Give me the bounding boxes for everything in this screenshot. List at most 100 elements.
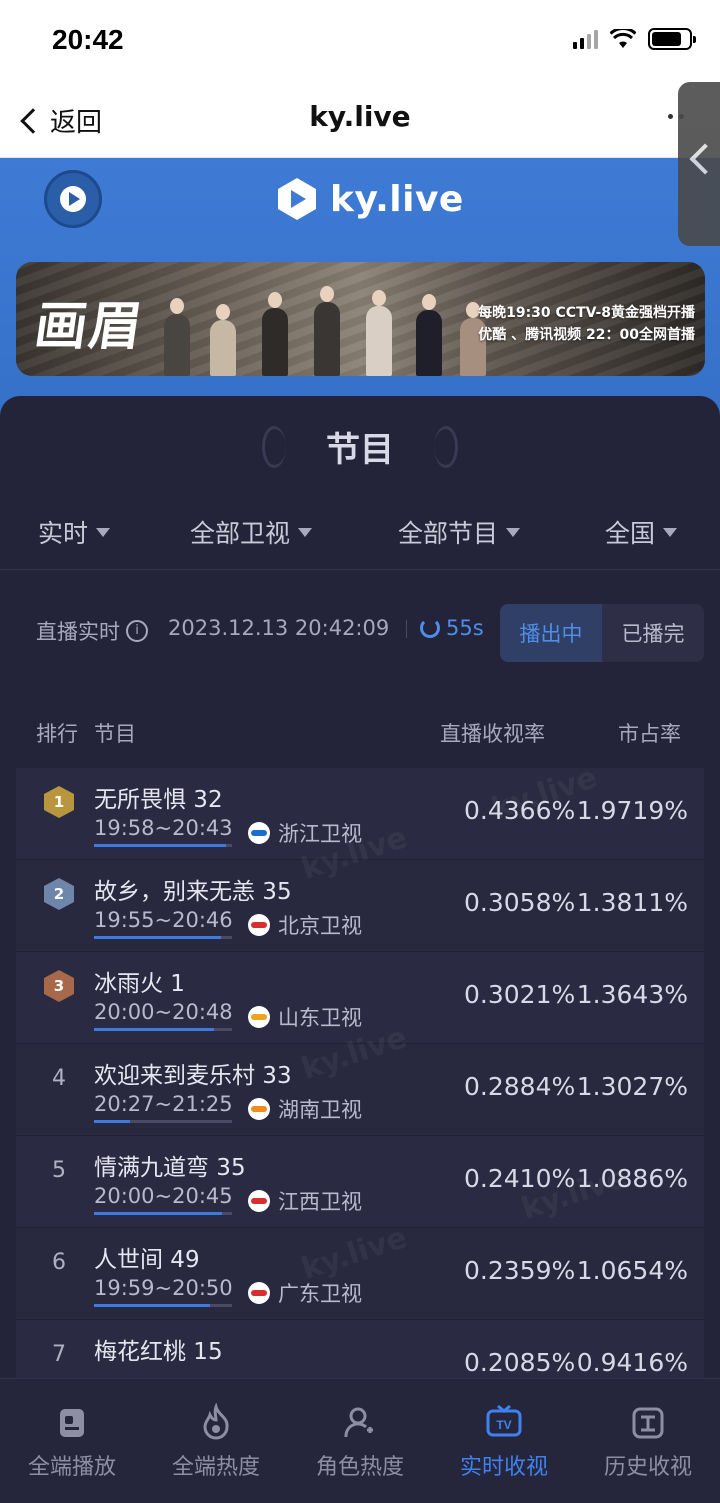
rank-number: 5 — [52, 1158, 66, 1183]
progress-bar — [94, 1304, 210, 1307]
table-row[interactable]: 3 冰雨火 1 20:00~20:48 山东卫视 0.3021% 1.3643% — [16, 952, 704, 1044]
rank-medal-icon: 3 — [44, 970, 74, 1002]
live-datetime: 2023.12.13 20:42:09 — [168, 616, 390, 640]
progress-bar — [94, 844, 227, 847]
table-row[interactable]: 1 无所畏惧 32 19:58~20:43 浙江卫视 0.4366% 1.971… — [16, 768, 704, 860]
program-name: 欢迎来到麦乐村 33 — [94, 1063, 292, 1089]
caret-down-icon — [96, 527, 111, 537]
channel-name: 广东卫视 — [278, 1282, 362, 1306]
share-value: 0.9416% — [576, 1348, 688, 1377]
banner-title: 画眉 — [31, 296, 148, 357]
banner-line-2: 优酷 、腾讯视频 22：00全网首播 — [478, 327, 695, 343]
progress-bar — [94, 1120, 130, 1123]
share-value: 1.0654% — [576, 1256, 688, 1285]
channel-logo-icon — [248, 822, 270, 844]
filter-bar: 实时 全部卫视 全部节目 全国 — [0, 512, 720, 570]
channel: 山东卫视 — [248, 1002, 362, 1032]
channel-name: 浙江卫视 — [278, 822, 362, 846]
channel-logo-icon — [248, 914, 270, 936]
program-name: 人世间 49 — [94, 1247, 200, 1273]
promo-banner[interactable]: 画眉 每晚19:30 CCTV-8黄金强档开播 优酷 、腾讯视频 22：00全网… — [16, 262, 705, 376]
tab-label: 全端播放 — [27, 1455, 116, 1480]
filter-region[interactable]: 全国 — [605, 514, 678, 550]
program-name: 情满九道弯 35 — [94, 1155, 246, 1181]
toggle-airing[interactable]: 播出中 — [500, 604, 602, 662]
rating-value: 0.2359% — [464, 1256, 576, 1285]
broadcast-toggle: 播出中 已播完 — [500, 604, 704, 662]
battery-icon — [648, 28, 696, 50]
flame-icon — [203, 1403, 229, 1440]
banner-image — [144, 276, 486, 376]
filter-channel[interactable]: 全部卫视 — [190, 514, 313, 550]
program-time: 20:00~20:48 — [94, 1000, 233, 1024]
caret-down-icon — [663, 527, 678, 537]
tab-history[interactable]: 历史收视 — [576, 1379, 720, 1503]
progress-track — [94, 936, 232, 939]
playlist-icon — [60, 1409, 84, 1437]
brand: ky.live — [276, 176, 464, 222]
program-time: 20:27~21:25 — [94, 1092, 233, 1116]
person-icon — [344, 1407, 373, 1438]
share-value: 1.9719% — [576, 796, 688, 825]
svg-text:TV: TV — [496, 1418, 511, 1432]
caret-down-icon — [298, 527, 313, 537]
cellular-signal-icon — [573, 29, 598, 49]
progress-track — [94, 1304, 232, 1307]
tab-label: 角色热度 — [315, 1455, 404, 1480]
toggle-aired[interactable]: 已播完 — [602, 604, 704, 662]
rating-value: 0.4366% — [464, 796, 576, 825]
divider — [406, 620, 407, 638]
info-icon[interactable]: i — [126, 620, 148, 642]
program-name: 无所畏惧 32 — [94, 787, 223, 813]
program-time: 20:00~20:45 — [94, 1184, 233, 1208]
bottom-tab-bar: 全端播放 全端热度 角色热度 TV 实时收视 历史收视 — [0, 1378, 720, 1503]
ratings-panel: 节目 实时 全部卫视 全部节目 全国 直播实时 i 2023.12.13 20:… — [0, 396, 720, 1412]
channel-name: 北京卫视 — [278, 914, 362, 938]
header-program: 节目 — [94, 722, 136, 746]
tab-flame[interactable]: 全端热度 — [144, 1379, 288, 1503]
tv-icon: TV — [486, 1404, 522, 1437]
tab-person[interactable]: 角色热度 — [288, 1379, 432, 1503]
caret-down-icon — [506, 527, 521, 537]
table-row[interactable]: 5 情满九道弯 35 20:00~20:45 江西卫视 0.2410% 1.08… — [16, 1136, 704, 1228]
play-logo-icon — [60, 186, 86, 212]
status-time: 20:42 — [52, 24, 124, 55]
header-share[interactable]: 市占率 — [618, 718, 681, 748]
filter-period[interactable]: 实时 — [38, 514, 111, 550]
rating-value: 0.2085% — [464, 1348, 576, 1377]
tab-tv[interactable]: TV 实时收视 — [432, 1379, 576, 1503]
banner-line-1: 每晚19:30 CCTV-8黄金强档开播 — [478, 305, 695, 321]
channel: 湖南卫视 — [248, 1094, 362, 1124]
table-row[interactable]: 2 故乡，别来无恙 35 19:55~20:46 北京卫视 0.3058% 1.… — [16, 860, 704, 952]
nav-bar: 返回 ky.live — [0, 82, 720, 158]
app-logo-button[interactable] — [44, 170, 102, 228]
progress-bar — [94, 1212, 223, 1215]
share-value: 1.3027% — [576, 1072, 688, 1101]
program-time: 19:55~20:46 — [94, 908, 233, 932]
live-status-row: 直播实时 i 2023.12.13 20:42:09 55s 播出中 已播完 — [0, 596, 720, 662]
share-value: 1.3643% — [576, 980, 688, 1009]
channel: 北京卫视 — [248, 910, 362, 940]
channel-name: 山东卫视 — [278, 1006, 362, 1030]
program-name: 冰雨火 1 — [94, 971, 185, 997]
channel-logo-icon — [248, 1282, 270, 1304]
ratings-table: 排行 节目 直播收视率 市占率 1 无所畏惧 32 19:58~20:43 浙江… — [16, 696, 704, 1412]
rating-value: 0.2884% — [464, 1072, 576, 1101]
table-row[interactable]: 6 人世间 49 19:59~20:50 广东卫视 0.2359% 1.0654… — [16, 1228, 704, 1320]
rank-number: 7 — [52, 1342, 66, 1367]
panel-title: 节目 — [326, 430, 394, 470]
refresh-countdown[interactable]: 55s — [420, 616, 484, 640]
side-collapse-tab[interactable] — [678, 82, 720, 246]
nav-title: ky.live — [309, 100, 411, 133]
progress-track — [94, 844, 232, 847]
table-row[interactable]: 4 欢迎来到麦乐村 33 20:27~21:25 湖南卫视 0.2884% 1.… — [16, 1044, 704, 1136]
progress-track — [94, 1212, 232, 1215]
refresh-icon — [420, 618, 440, 638]
history-icon — [632, 1407, 664, 1439]
tab-playlist[interactable]: 全端播放 — [0, 1379, 144, 1503]
header-rating[interactable]: 直播收视率 — [440, 718, 545, 748]
share-value: 1.3811% — [576, 888, 688, 917]
tab-label: 全端热度 — [171, 1455, 260, 1480]
filter-program[interactable]: 全部节目 — [398, 514, 521, 550]
table-header: 排行 节目 直播收视率 市占率 — [16, 696, 704, 768]
